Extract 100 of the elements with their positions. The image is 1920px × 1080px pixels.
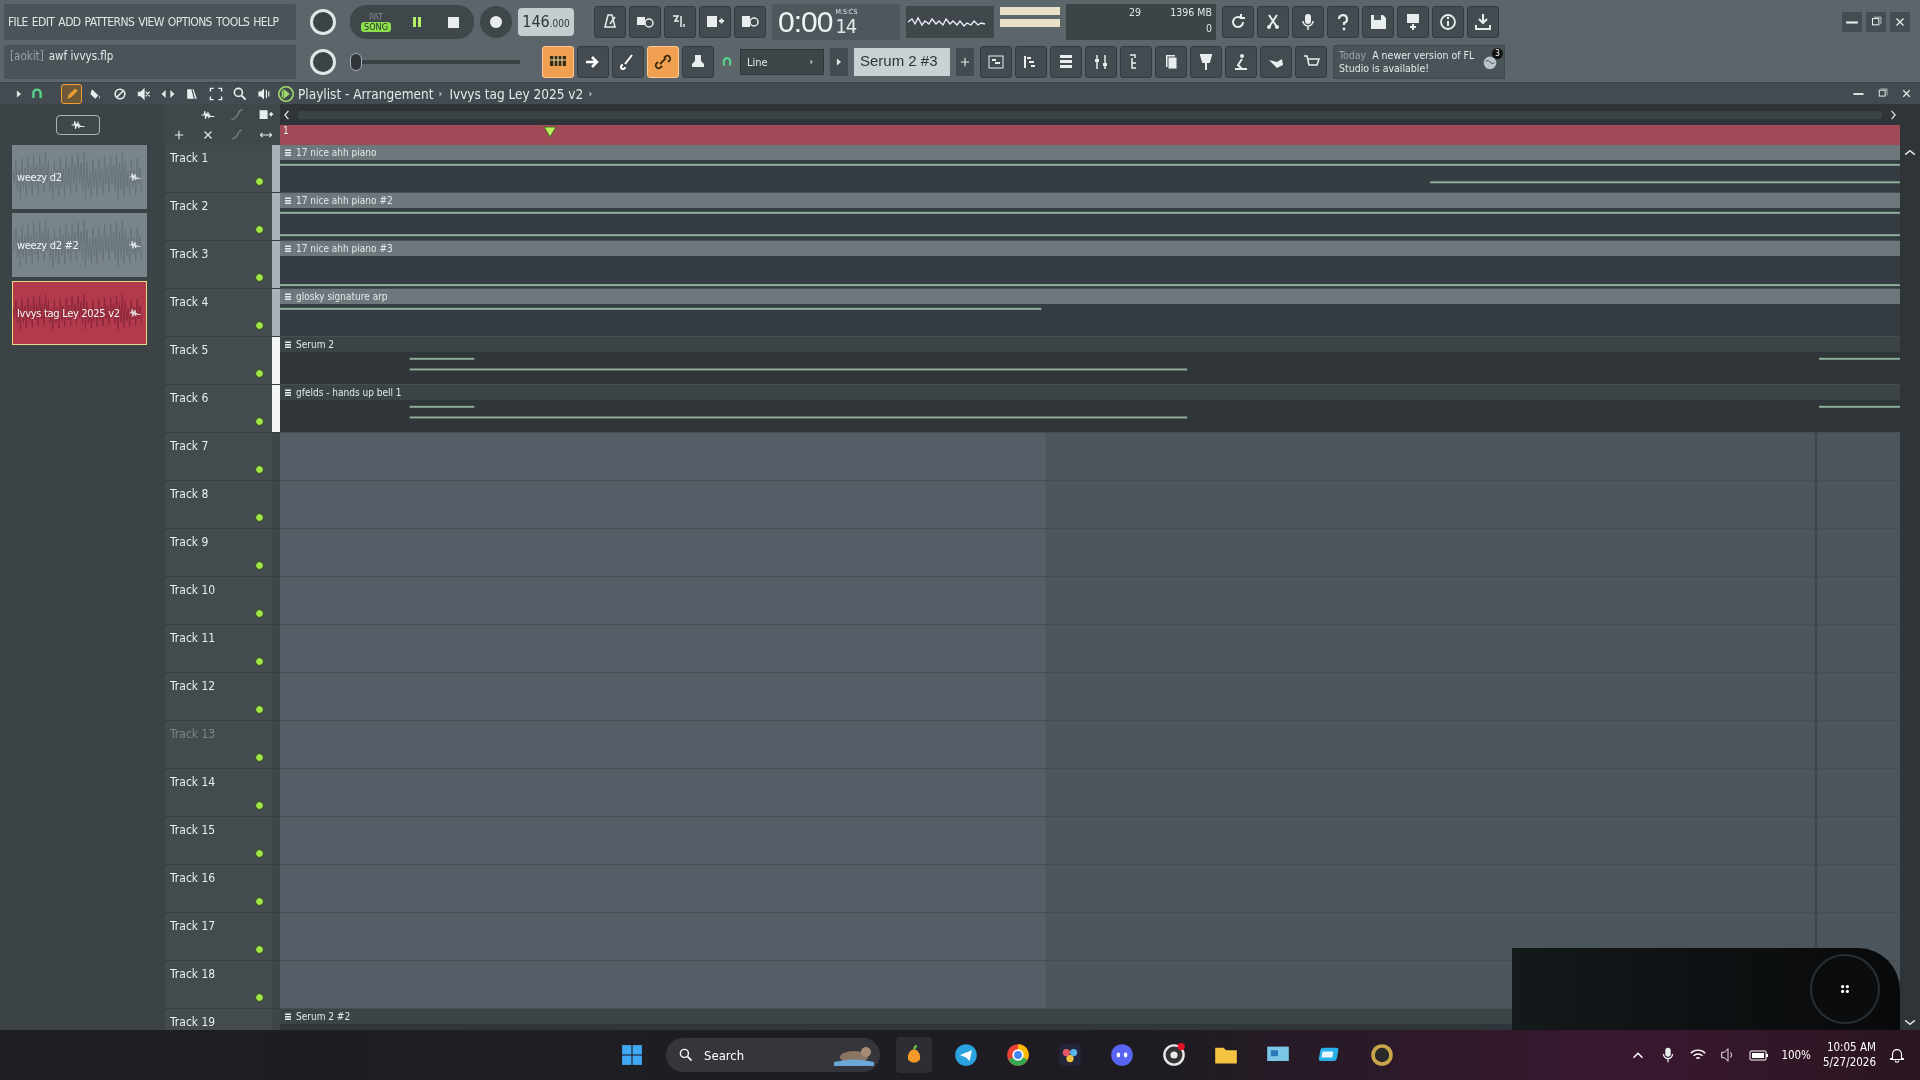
clock[interactable]: 10:05 AM 5/27/2026	[1822, 1040, 1876, 1070]
track-enable-dot[interactable]	[255, 657, 264, 666]
track-enable-dot[interactable]	[255, 465, 264, 474]
track-header[interactable]: Track 3	[165, 241, 272, 289]
track-header[interactable]: Track 16	[165, 865, 272, 913]
track-enable-dot[interactable]	[255, 513, 264, 522]
track-header[interactable]: Track 5	[165, 337, 272, 385]
toolbar-button[interactable]	[1015, 46, 1047, 78]
search-field[interactable]: Search	[666, 1038, 880, 1072]
toolbar-button[interactable]	[629, 6, 661, 38]
track-header[interactable]: Track 10	[165, 577, 272, 625]
pattern-clip[interactable]: glosky signature arp	[280, 289, 1900, 336]
slider-thumb[interactable]	[350, 53, 362, 71]
menu-item[interactable]: VIEW	[138, 15, 164, 29]
track-enable-dot[interactable]	[255, 609, 264, 618]
track-enable-dot[interactable]	[255, 417, 264, 426]
pattern-clip[interactable]: 17 nice ahh piano #2	[280, 193, 1900, 240]
track-enable-dot[interactable]	[255, 753, 264, 762]
toolbar-button[interactable]	[1050, 46, 1082, 78]
record-button[interactable]	[480, 6, 512, 38]
toolbar-button[interactable]	[1222, 6, 1254, 38]
track-header[interactable]: Track 14	[165, 769, 272, 817]
track-enable-dot[interactable]	[255, 369, 264, 378]
mode-toggle[interactable]: SONG	[361, 22, 391, 32]
toolbar-button[interactable]	[1432, 6, 1464, 38]
toolbar-button[interactable]	[1397, 6, 1429, 38]
toolbar-button[interactable]	[664, 6, 696, 38]
minimize-button[interactable]	[1842, 12, 1862, 32]
track-header[interactable]: Track 6	[165, 385, 272, 433]
toolbar-button[interactable]	[699, 6, 731, 38]
track-header[interactable]: Track 2	[165, 193, 272, 241]
track-header[interactable]: Track 15	[165, 817, 272, 865]
track-enable-dot[interactable]	[255, 705, 264, 714]
track-enable-dot[interactable]	[255, 897, 264, 906]
track-header[interactable]: Track 17	[165, 913, 272, 961]
add-channel-button[interactable]	[956, 48, 974, 76]
track-enable-dot[interactable]	[255, 801, 264, 810]
pattern-clip[interactable]: 17 nice ahh piano	[280, 145, 1900, 192]
news-panel[interactable]: Today A newer version of FL Studio is available! 3	[1333, 45, 1505, 79]
track-enable-dot[interactable]	[255, 561, 264, 570]
tool-button[interactable]	[61, 83, 82, 104]
master-volume-knob[interactable]	[310, 9, 336, 35]
timeline-ruler[interactable]: 1	[280, 125, 1900, 145]
toolbar-button[interactable]	[1225, 46, 1257, 78]
pattern-clip[interactable]: Serum 2	[280, 337, 1900, 384]
track-header[interactable]: Track 12	[165, 673, 272, 721]
notification-icon[interactable]	[1888, 1046, 1906, 1064]
track-header[interactable]: Track 18	[165, 961, 272, 1009]
track-header[interactable]: Track 8	[165, 481, 272, 529]
toolbar-button[interactable]	[1295, 46, 1327, 78]
toolbar-button[interactable]	[1327, 6, 1359, 38]
save-icon[interactable]	[1368, 12, 1388, 32]
vertical-scrollbar[interactable]	[1900, 145, 1920, 1030]
download-icon[interactable]	[1473, 12, 1493, 32]
picker-item[interactable]: weezy d2 #2	[12, 213, 147, 277]
track-header[interactable]: Track 9	[165, 529, 272, 577]
channel-arrow-button[interactable]	[830, 48, 848, 76]
menu-item[interactable]: OPTIONS	[167, 15, 212, 29]
menu-item[interactable]: FILE	[8, 15, 28, 29]
taskbar-app[interactable]	[896, 1037, 932, 1073]
toolbar-button[interactable]	[1190, 46, 1222, 78]
track-header[interactable]: Track 19	[165, 1009, 272, 1030]
toolbar-button[interactable]	[577, 46, 609, 78]
toolbar-button[interactable]	[1257, 6, 1289, 38]
menu-item[interactable]: ADD	[58, 15, 81, 29]
toolbar-button[interactable]	[734, 6, 766, 38]
toolbar-button[interactable]	[1155, 46, 1187, 78]
track-enable-dot[interactable]	[255, 273, 264, 282]
magnet-icon[interactable]	[720, 55, 734, 69]
piano-roll-icon[interactable]	[986, 52, 1006, 72]
track-enable-dot[interactable]	[255, 993, 264, 1002]
track-enable-dot[interactable]	[255, 225, 264, 234]
track-enable-dot[interactable]	[255, 177, 264, 186]
restore-button[interactable]	[1866, 12, 1886, 32]
track-header[interactable]: Track 1	[165, 145, 272, 193]
toolbar-button[interactable]	[594, 6, 626, 38]
toolbar-button[interactable]	[1467, 6, 1499, 38]
curve-icon[interactable]	[228, 106, 245, 123]
toolbar-button[interactable]	[1292, 6, 1324, 38]
pattern-clip[interactable]: 17 nice ahh piano #3	[280, 241, 1900, 288]
pitch-knob[interactable]	[310, 49, 336, 75]
toolbar-button[interactable]	[1260, 46, 1292, 78]
track-header[interactable]: Track 11	[165, 625, 272, 673]
menu-item[interactable]: HELP	[253, 15, 279, 29]
close-button[interactable]	[1890, 12, 1910, 32]
toolbar-button[interactable]	[1362, 6, 1394, 38]
toolbar-button[interactable]	[682, 46, 714, 78]
pattern-name[interactable]: Ivvys tag Ley 2025 v2	[449, 85, 584, 102]
track-header[interactable]: Track 4	[165, 289, 272, 337]
track-enable-dot[interactable]	[255, 945, 264, 954]
playlist-icon[interactable]	[277, 84, 295, 103]
track-header[interactable]: Track 7	[165, 433, 272, 481]
track-enable-dot[interactable]	[255, 321, 264, 330]
menu-item[interactable]: TOOLS	[215, 15, 250, 29]
tempo-display[interactable]: 146.000	[518, 8, 574, 36]
toolbar-button[interactable]	[1120, 46, 1152, 78]
channel-selector[interactable]: Serum 2 #3	[854, 48, 950, 76]
chain-link-icon[interactable]	[653, 52, 673, 72]
picker-item[interactable]: weezy d2	[12, 145, 147, 209]
toolbar-button[interactable]	[612, 46, 644, 78]
